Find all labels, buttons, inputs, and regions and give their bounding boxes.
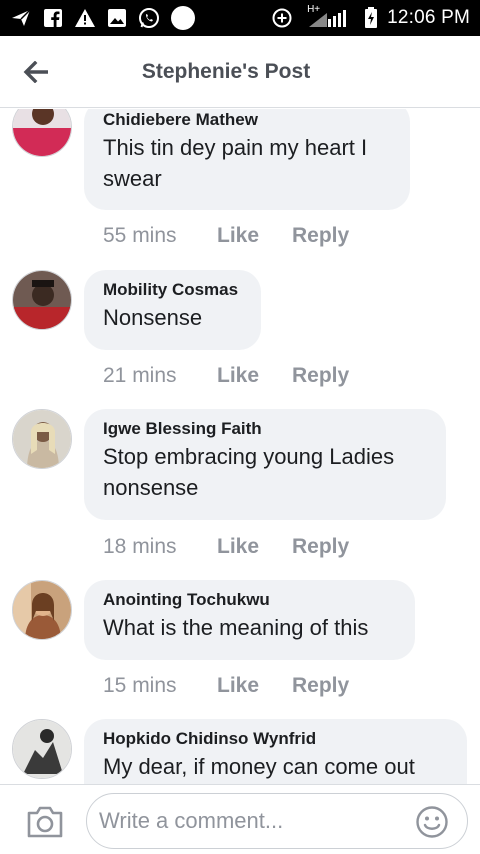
comment-time: 18 mins (103, 535, 177, 558)
warning-icon (74, 7, 96, 29)
avatar[interactable] (12, 409, 72, 469)
comment-input[interactable] (99, 802, 399, 840)
comment-text: This tin dey pain my heart I swear (103, 135, 368, 191)
comment-author[interactable]: Mobility Cosmas (103, 280, 241, 300)
like-button[interactable]: Like (217, 674, 292, 698)
comment-bubble[interactable]: Chidiebere Mathew This tin dey pain my h… (84, 109, 410, 210)
circle-icon (170, 5, 196, 31)
comment-composer (0, 784, 480, 854)
status-bar-notifications (10, 5, 196, 31)
whatsapp-icon (138, 7, 160, 29)
reply-button[interactable]: Reply (292, 364, 349, 388)
signal-icon: H+ (301, 4, 355, 29)
like-button[interactable]: Like (217, 224, 292, 248)
comment-actions: 15 mins Like Reply (103, 674, 349, 698)
comment-author[interactable]: Anointing Tochukwu (103, 590, 395, 610)
network-type-label: H+ (307, 4, 321, 15)
comment-time: 21 mins (103, 364, 177, 387)
comment-text: My dear, if money can come out (103, 754, 415, 779)
page-title: Stephenie's Post (0, 60, 480, 84)
avatar[interactable] (12, 270, 72, 330)
data-saver-icon (271, 7, 293, 29)
like-button[interactable]: Like (217, 364, 292, 388)
post-header: Stephenie's Post (0, 36, 480, 108)
comment-text: Stop embracing young Ladies nonsense (103, 444, 395, 500)
image-icon (106, 7, 128, 29)
reply-button[interactable]: Reply (292, 674, 349, 698)
comment-time: 15 mins (103, 674, 177, 697)
comment-time: 55 mins (103, 224, 177, 247)
avatar[interactable] (12, 109, 72, 157)
comment-actions: 55 mins Like Reply (103, 224, 349, 248)
comment-author[interactable]: Igwe Blessing Faith (103, 419, 426, 439)
page-title-text: Stephenie's Post (141, 60, 311, 83)
like-button[interactable]: Like (217, 535, 292, 559)
comment-text: What is the meaning of this (103, 615, 369, 640)
comment-bubble[interactable]: Mobility Cosmas Nonsense (84, 270, 261, 350)
comment-actions: 18 mins Like Reply (103, 535, 349, 559)
comment-bubble[interactable]: Igwe Blessing Faith Stop embracing young… (84, 409, 446, 520)
camera-button[interactable] (26, 804, 64, 840)
camera-icon (27, 806, 63, 838)
comments-list[interactable]: Chidiebere Mathew This tin dey pain my h… (0, 109, 480, 784)
comment-bubble[interactable]: Hopkido Chidinso Wynfrid My dear, if mon… (84, 719, 467, 784)
comment-input-box[interactable] (86, 793, 468, 849)
comment-actions: 21 mins Like Reply (103, 364, 349, 388)
comment-text: Nonsense (103, 305, 203, 330)
emoji-button[interactable] (415, 805, 449, 839)
status-bar: H+ 12:06 PM (0, 0, 480, 36)
reply-button[interactable]: Reply (292, 224, 349, 248)
comment-bubble[interactable]: Anointing Tochukwu What is the meaning o… (84, 580, 415, 660)
battery-charging-icon (363, 7, 379, 29)
avatar[interactable] (12, 719, 72, 779)
emoji-smiley-icon (416, 806, 448, 838)
airplane-bird-icon (10, 7, 32, 29)
status-bar-system: H+ 12:06 PM (271, 4, 470, 29)
avatar[interactable] (12, 580, 72, 640)
comment-author[interactable]: Chidiebere Mathew (103, 110, 390, 130)
status-time: 12:06 PM (387, 7, 470, 28)
facebook-icon (42, 7, 64, 29)
comment-author[interactable]: Hopkido Chidinso Wynfrid (103, 729, 447, 749)
reply-button[interactable]: Reply (292, 535, 349, 559)
